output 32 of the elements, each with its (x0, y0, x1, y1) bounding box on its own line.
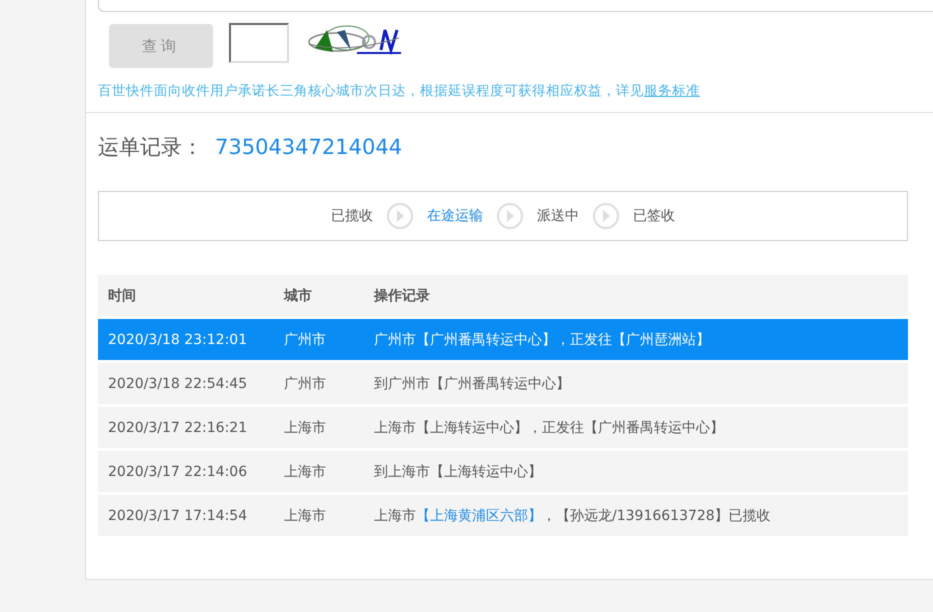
progress-step: 已揽收 (331, 207, 373, 225)
city-cell-text: 上海市 (283, 462, 327, 480)
table-row[interactable]: 2020/3/18 23:12:01 广州市 广州市【广州番禺转运中心】，正发往【广州琶洲站】 (98, 319, 908, 360)
city-cell-text: 广州市 (283, 374, 327, 392)
table-row[interactable]: 2020/3/18 22:54:45 广州市 到广州市【广州番禺转运中心】 (98, 363, 908, 404)
city-cell-text: 上海市 (283, 418, 327, 436)
city-cell-text: 广州市 (283, 330, 327, 348)
column-header: 城市 (282, 286, 313, 304)
service-notice: 百世快件面向收件用户承诺长三角核心城市次日达，根据延误程度可获得相应权益，详见服务标准 (98, 82, 701, 100)
tracking-number: 73504347214044 (215, 135, 402, 159)
table-row[interactable]: 2020/3/17 22:14:06 上海市 到上海市【上海转运中心】 (98, 451, 908, 492)
record-label: 运单记录： (98, 134, 203, 161)
operation-cell-text: 上海市【上海转运中心】，正发往【广州番禺转运中心】 (373, 418, 725, 436)
column-header: 操作记录 (372, 286, 431, 304)
progress-step: 在途运输 (427, 207, 483, 225)
table-row[interactable]: 2020/3/17 22:16:21 上海市 上海市【上海转运中心】，正发往【广州番禺转运中心】 (98, 407, 908, 448)
table-row[interactable]: 2020/3/17 17:14:54 上海市 上海市【上海黄浦区六部】，【孙远龙/13916613728】已揽收 (98, 495, 908, 536)
time-cell-text: 2020/3/17 22:16:21 (107, 420, 248, 436)
input-field[interactable] (98, 0, 933, 12)
operation-cell-text: 到上海市【上海转运中心】 (373, 462, 543, 480)
column-header: 时间 (107, 286, 137, 304)
time-cell-text: 2020/3/18 22:54:45 (107, 376, 248, 392)
operation-cell-text: 到广州市【广州番禺转运中心】 (373, 374, 571, 392)
operation-cell-text: 上海市【上海黄浦区六部】，【孙远龙/13916613728】已揽收 (373, 506, 772, 524)
time-cell-text: 2020/3/17 22:14:06 (107, 464, 248, 480)
progress-step: 派送中 (537, 207, 579, 225)
time-cell-text: 2020/3/18 23:12:01 (107, 332, 248, 348)
progress-step: 已签收 (633, 207, 675, 225)
time-cell-text: 2020/3/17 17:14:54 (107, 508, 248, 524)
city-cell-text: 上海市 (283, 506, 327, 524)
captcha-input-field[interactable] (229, 23, 289, 63)
operation-cell-text: 广州市【广州番禺转运中心】，正发往【广州琶洲站】 (373, 330, 711, 348)
